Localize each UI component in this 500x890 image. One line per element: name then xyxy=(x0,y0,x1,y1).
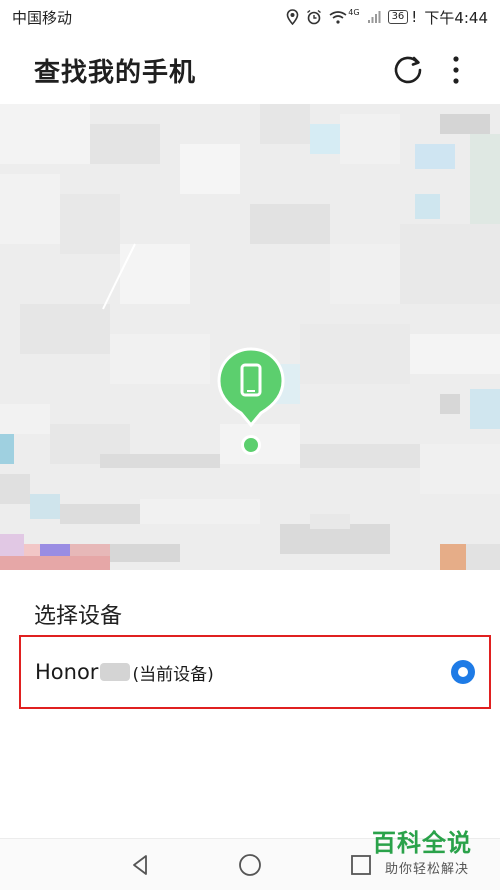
status-bar: 中国移动 4G 36 ! 下午4:44 xyxy=(0,0,500,34)
alert-mark: ! xyxy=(411,8,418,26)
blurred-model-text xyxy=(100,663,131,681)
watermark-logo: 百科全说 助你轻松解决 xyxy=(372,828,500,889)
map-view[interactable] xyxy=(0,104,500,570)
radio-dot xyxy=(458,667,468,677)
back-icon[interactable] xyxy=(126,851,154,879)
network-type-label: 4G xyxy=(348,7,360,17)
watermark-subtitle: 助你轻松解决 xyxy=(384,862,469,877)
home-icon[interactable] xyxy=(236,851,264,879)
refresh-button[interactable] xyxy=(388,50,428,90)
page-title: 查找我的手机 xyxy=(34,57,197,88)
map-tiles xyxy=(0,104,500,570)
battery-icon: 36 xyxy=(387,10,409,24)
device-name: Honor xyxy=(35,660,99,684)
device-item[interactable]: Honor (当前设备) xyxy=(19,635,491,709)
status-icons: 4G 36 ! 下午4:44 xyxy=(286,7,488,28)
current-device-tag: (当前设备) xyxy=(132,664,214,685)
more-options-button[interactable] xyxy=(446,50,466,90)
location-icon xyxy=(286,9,299,25)
carrier-label: 中国移动 xyxy=(12,8,73,27)
watermark-title: 百科全说 xyxy=(372,829,472,857)
more-vertical-icon xyxy=(453,56,459,84)
app-bar: 查找我的手机 xyxy=(0,34,500,106)
recents-icon[interactable] xyxy=(347,851,375,879)
wifi-icon xyxy=(329,11,347,24)
device-radio-selected[interactable] xyxy=(451,660,475,684)
signal-icon xyxy=(367,11,381,23)
select-device-heading: 选择设备 xyxy=(34,604,123,629)
device-location-pin[interactable] xyxy=(217,347,285,457)
refresh-icon xyxy=(394,56,422,84)
alarm-icon xyxy=(307,9,322,25)
clock-label: 下午4:44 xyxy=(424,8,488,27)
